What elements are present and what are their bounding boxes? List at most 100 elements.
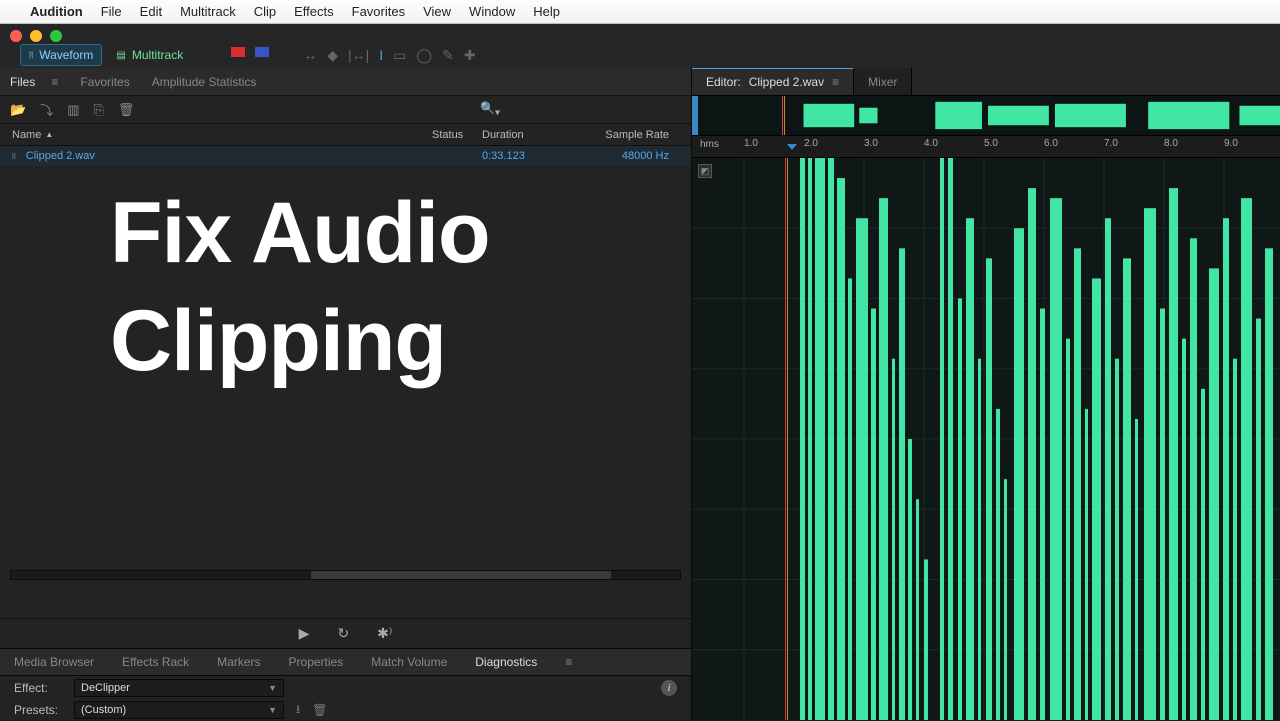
delete-preset-icon[interactable]: 🗑 xyxy=(312,703,327,717)
diagnostics-effect-row: Effect: DeClipper ▼ i xyxy=(0,676,691,700)
menu-app[interactable]: Audition xyxy=(30,4,83,19)
minimize-window-button[interactable] xyxy=(30,30,42,42)
presets-select[interactable]: (Custom) ▼ xyxy=(74,701,284,719)
effect-select[interactable]: DeClipper ▼ xyxy=(74,679,284,697)
lasso-tool-icon[interactable]: ◯ xyxy=(416,47,432,64)
menu-effects[interactable]: Effects xyxy=(294,4,334,19)
tab-amplitude-statistics[interactable]: Amplitude Statistics xyxy=(152,75,257,89)
import-file-icon[interactable]: ⤵ xyxy=(40,100,53,119)
presets-value: (Custom) xyxy=(81,704,126,716)
loop-button[interactable]: ↻ xyxy=(337,625,349,642)
overview-waveform[interactable] xyxy=(692,96,1280,136)
move-tool-icon[interactable]: ↔ xyxy=(303,47,317,64)
ruler-tick: 5.0 xyxy=(984,138,998,149)
audio-file-icon: ⧘⧙ xyxy=(12,151,16,162)
macos-menubar: Audition File Edit Multitrack Clip Effec… xyxy=(0,0,1280,24)
timeline-ruler[interactable]: hms 1.0 2.0 3.0 4.0 5.0 6.0 7.0 8.0 9.0 xyxy=(692,136,1280,158)
overview-marker xyxy=(784,96,785,135)
play-button[interactable]: ▶ xyxy=(299,625,310,642)
insert-into-multitrack-icon[interactable]: ⎘ xyxy=(94,102,104,118)
menu-clip[interactable]: Clip xyxy=(254,4,276,19)
new-multitrack-icon[interactable]: ▥ xyxy=(67,102,79,118)
waveform-view-button[interactable]: ⧘⧙ Waveform xyxy=(20,44,102,66)
effect-value: DeClipper xyxy=(81,682,130,694)
editor-prefix: Editor: xyxy=(706,75,741,89)
chevron-down-icon: ▼ xyxy=(268,705,277,715)
col-duration[interactable]: Duration xyxy=(482,129,582,141)
tab-properties[interactable]: Properties xyxy=(289,655,344,669)
window-controls xyxy=(10,30,62,42)
left-channel-color-icon[interactable] xyxy=(231,47,245,57)
channel-toggle-icon[interactable]: ◩ xyxy=(698,164,712,178)
tab-markers[interactable]: Markers xyxy=(217,655,260,669)
skip-silence-button[interactable]: ✱⁾ xyxy=(377,625,392,642)
open-file-icon[interactable]: 📂 xyxy=(10,102,26,118)
files-panel-menu-icon[interactable]: ≡ xyxy=(51,75,58,89)
info-icon[interactable]: i xyxy=(661,680,677,696)
tab-editor[interactable]: Editor: Clipped 2.wav ≡ xyxy=(692,68,854,95)
file-sample-rate: 48000 Hz xyxy=(582,150,679,162)
marquee-tool-icon[interactable]: ▭ xyxy=(393,47,406,64)
effect-label: Effect: xyxy=(14,681,66,695)
waveform-marker xyxy=(787,158,788,720)
menu-help[interactable]: Help xyxy=(533,4,560,19)
menu-favorites[interactable]: Favorites xyxy=(352,4,405,19)
ruler-tick: 3.0 xyxy=(864,138,878,149)
waveform-editor[interactable]: ◩ xyxy=(692,158,1280,720)
delete-file-icon[interactable]: 🗑 xyxy=(118,102,135,118)
files-toolbar: 📂 ⤵ ▥ ⎘ 🗑 🔍▾ xyxy=(0,96,691,124)
ruler-tick: 2.0 xyxy=(804,138,818,149)
scrollbar-thumb[interactable] xyxy=(311,571,611,579)
ruler-tick: 6.0 xyxy=(1044,138,1058,149)
tab-favorites[interactable]: Favorites xyxy=(80,75,129,89)
overview-range-handle[interactable] xyxy=(692,96,698,135)
brush-tool-icon[interactable]: ✎ xyxy=(442,47,454,64)
tab-match-volume[interactable]: Match Volume xyxy=(371,655,447,669)
col-status[interactable]: Status xyxy=(432,129,482,141)
ruler-tick: 8.0 xyxy=(1164,138,1178,149)
time-selection-tool-icon[interactable]: I xyxy=(379,47,383,64)
slip-tool-icon[interactable]: |↔| xyxy=(348,47,369,64)
menu-window[interactable]: Window xyxy=(469,4,515,19)
save-preset-icon[interactable]: ⭳ xyxy=(296,700,300,721)
file-row[interactable]: ⧘⧙ Clipped 2.wav 0:33.123 48000 Hz xyxy=(0,146,691,166)
ruler-unit: hms xyxy=(700,139,719,150)
editor-file: Clipped 2.wav xyxy=(749,75,824,89)
editor-tab-menu-icon[interactable]: ≡ xyxy=(832,75,839,89)
tab-media-browser[interactable]: Media Browser xyxy=(14,655,94,669)
menu-edit[interactable]: Edit xyxy=(140,4,162,19)
chevron-down-icon: ▼ xyxy=(268,683,277,693)
menu-view[interactable]: View xyxy=(423,4,451,19)
right-channel-color-icon[interactable] xyxy=(255,47,269,57)
diagnostics-presets-row: Presets: (Custom) ▼ ⭳ 🗑 xyxy=(0,700,691,720)
waveform-icon: ⧘⧙ xyxy=(29,50,33,61)
waveform-playhead[interactable] xyxy=(785,158,786,720)
overview-playhead[interactable] xyxy=(782,96,783,135)
menu-file[interactable]: File xyxy=(101,4,122,19)
files-panel-tabs: Files ≡ Favorites Amplitude Statistics xyxy=(0,68,691,96)
file-duration: 0:33.123 xyxy=(482,150,582,162)
ruler-tick: 7.0 xyxy=(1104,138,1118,149)
left-column: Files ≡ Favorites Amplitude Statistics 📂… xyxy=(0,68,692,720)
heal-tool-icon[interactable]: ✚ xyxy=(464,47,476,64)
ruler-tick: 1.0 xyxy=(744,138,758,149)
editor-column: Editor: Clipped 2.wav ≡ Mixer xyxy=(692,68,1280,720)
zoom-window-button[interactable] xyxy=(50,30,62,42)
tab-diagnostics[interactable]: Diagnostics xyxy=(475,655,537,669)
tab-files[interactable]: Files xyxy=(10,75,35,89)
tab-effects-rack[interactable]: Effects Rack xyxy=(122,655,189,669)
mixer-label: Mixer xyxy=(868,75,897,89)
tab-mixer[interactable]: Mixer xyxy=(854,68,912,95)
multitrack-view-button[interactable]: ▤ Multitrack xyxy=(108,44,191,66)
bottom-panel-menu-icon[interactable]: ≡ xyxy=(565,655,572,669)
razor-tool-icon[interactable]: ◆ xyxy=(327,47,338,64)
col-name[interactable]: Name▲ xyxy=(12,129,432,141)
horizontal-scrollbar[interactable] xyxy=(10,570,681,580)
playhead-indicator-icon[interactable] xyxy=(787,144,797,150)
search-field[interactable]: 🔍▾ xyxy=(480,101,500,118)
close-window-button[interactable] xyxy=(10,30,22,42)
menu-multitrack[interactable]: Multitrack xyxy=(180,4,236,19)
col-sample-rate[interactable]: Sample Rate xyxy=(582,129,679,141)
file-name: Clipped 2.wav xyxy=(26,150,95,162)
sort-asc-icon: ▲ xyxy=(45,130,53,139)
